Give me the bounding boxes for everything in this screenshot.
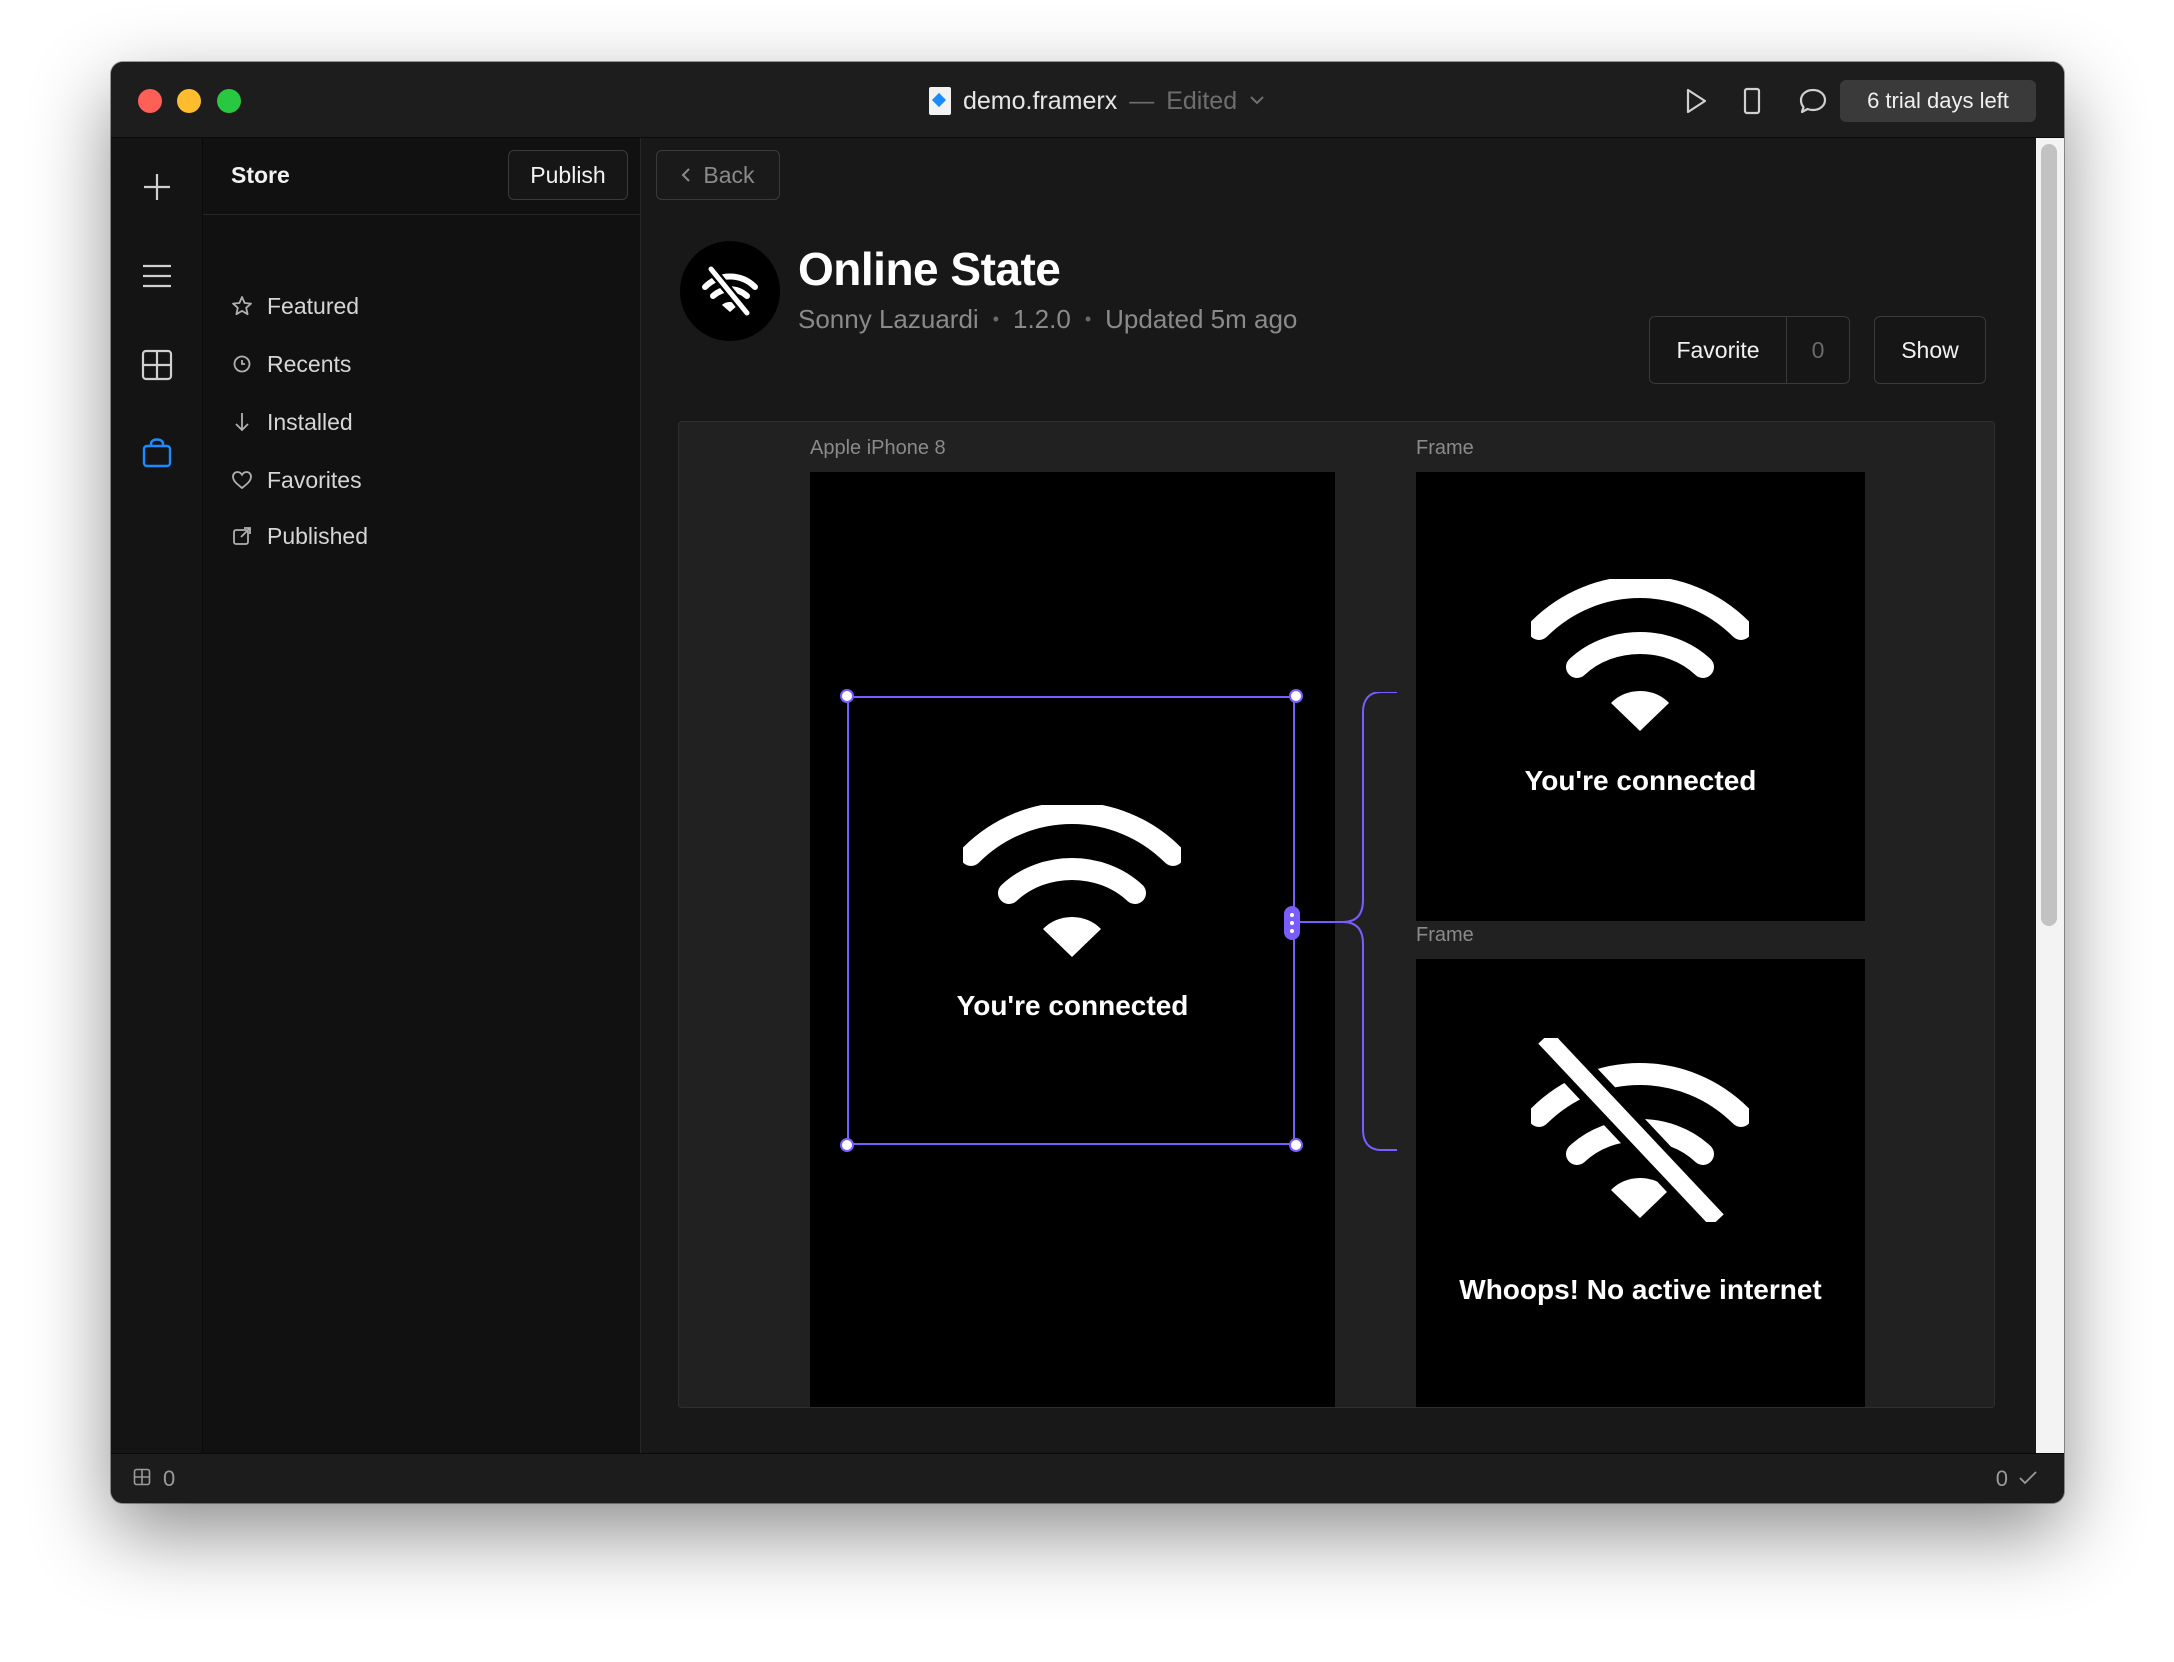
wifi-off-icon bbox=[1531, 1038, 1749, 1222]
device-frame-label: Apple iPhone 8 bbox=[810, 437, 946, 459]
framer-document-icon bbox=[929, 87, 951, 115]
status-bar: 0 0 bbox=[111, 1453, 2064, 1503]
frame-connected[interactable]: You're connected bbox=[1416, 472, 1865, 921]
tool-rail bbox=[111, 138, 203, 1453]
resize-handle-bottom-left[interactable] bbox=[840, 1138, 854, 1152]
document-separator: — bbox=[1129, 86, 1155, 115]
chevron-down-icon bbox=[1249, 92, 1265, 110]
frame-offline-text: Whoops! No active internet bbox=[1459, 1274, 1822, 1305]
title-bar: demo.framerx — Edited 6 trial days left bbox=[111, 62, 2064, 138]
sidebar-item-published[interactable]: Published bbox=[231, 520, 368, 552]
chevron-left-icon bbox=[681, 162, 691, 189]
package-author[interactable]: Sonny Lazuardi bbox=[798, 304, 979, 335]
selection-box[interactable] bbox=[847, 696, 1295, 1145]
store-sidebar: Store Publish Featured Recents Installed bbox=[203, 138, 641, 1453]
sidebar-item-featured[interactable]: Featured bbox=[231, 290, 359, 322]
meta-dot: • bbox=[992, 309, 999, 329]
frame-label-connected: Frame bbox=[1416, 437, 1474, 459]
favorite-button-group: Favorite 0 bbox=[1649, 316, 1850, 384]
document-title[interactable]: demo.framerx — Edited bbox=[929, 86, 1265, 116]
document-name: demo.framerx bbox=[963, 86, 1118, 115]
status-right-count: 0 bbox=[1995, 1466, 2008, 1491]
external-link-icon bbox=[231, 525, 253, 547]
show-button[interactable]: Show bbox=[1874, 316, 1986, 384]
components-grid-icon[interactable] bbox=[138, 346, 176, 384]
maximize-window-button[interactable] bbox=[217, 89, 241, 113]
store-bag-icon[interactable] bbox=[138, 434, 176, 472]
favorite-button[interactable]: Favorite bbox=[1650, 317, 1787, 383]
connector-lines bbox=[1297, 692, 1397, 1151]
package-version: 1.2.0 bbox=[1013, 304, 1071, 334]
document-status: Edited bbox=[1166, 86, 1238, 115]
package-avatar bbox=[680, 241, 780, 341]
trial-days-button[interactable]: 6 trial days left bbox=[1840, 80, 2036, 122]
sidebar-item-label: Installed bbox=[267, 408, 353, 435]
sidebar-item-label: Favorites bbox=[267, 466, 362, 493]
publish-button[interactable]: Publish bbox=[508, 150, 628, 200]
package-meta: Sonny Lazuardi • 1.2.0 • Updated 5m ago bbox=[798, 304, 1297, 335]
package-updated: Updated 5m ago bbox=[1105, 304, 1298, 334]
minimize-window-button[interactable] bbox=[177, 89, 201, 113]
status-left: 0 bbox=[133, 1466, 175, 1492]
comment-icon[interactable] bbox=[1796, 84, 1830, 118]
sidebar-item-label: Featured bbox=[267, 292, 360, 319]
sidebar-item-recents[interactable]: Recents bbox=[231, 348, 351, 380]
package-title: Online State bbox=[798, 243, 1061, 295]
status-right: 0 bbox=[1996, 1466, 2038, 1492]
back-button[interactable]: Back bbox=[656, 150, 780, 200]
main-content: Back Online State Sonny Lazuardi • 1.2.0… bbox=[641, 138, 2036, 1453]
status-left-count: 0 bbox=[163, 1466, 176, 1491]
checkmark-icon bbox=[2018, 1466, 2038, 1492]
meta-dot: • bbox=[1084, 309, 1092, 329]
plus-icon[interactable] bbox=[138, 168, 176, 206]
download-arrow-icon bbox=[231, 411, 253, 433]
sidebar-item-installed[interactable]: Installed bbox=[231, 406, 353, 438]
grid-icon bbox=[133, 1466, 151, 1492]
clock-icon bbox=[231, 353, 253, 375]
heart-icon bbox=[231, 469, 253, 491]
wifi-icon bbox=[1531, 579, 1749, 731]
sidebar-item-favorites[interactable]: Favorites bbox=[231, 464, 362, 496]
canvas-preview[interactable]: Apple iPhone 8 You're connected Frame Yo… bbox=[678, 421, 1995, 1408]
link-handle[interactable] bbox=[1284, 906, 1300, 940]
frame-label-offline: Frame bbox=[1416, 924, 1474, 946]
device-preview-icon[interactable] bbox=[1735, 84, 1769, 118]
play-icon[interactable] bbox=[1679, 84, 1713, 118]
favorite-count: 0 bbox=[1811, 336, 1825, 363]
frame-offline[interactable]: Whoops! No active internet bbox=[1416, 959, 1865, 1407]
wifi-off-icon bbox=[702, 265, 758, 317]
app-window: demo.framerx — Edited 6 trial days left bbox=[111, 62, 2064, 1503]
sidebar-header: Store Publish bbox=[203, 138, 640, 215]
resize-handle-top-left[interactable] bbox=[840, 689, 854, 703]
back-label: Back bbox=[703, 161, 755, 188]
layers-menu-icon[interactable] bbox=[138, 257, 176, 295]
close-window-button[interactable] bbox=[138, 89, 162, 113]
star-icon bbox=[231, 295, 253, 317]
sidebar-item-label: Recents bbox=[267, 350, 352, 377]
sidebar-item-label: Published bbox=[267, 522, 369, 549]
frame-connected-text: You're connected bbox=[1524, 765, 1757, 796]
sidebar-title: Store bbox=[231, 162, 290, 188]
scrollbar-thumb[interactable] bbox=[2041, 144, 2057, 926]
